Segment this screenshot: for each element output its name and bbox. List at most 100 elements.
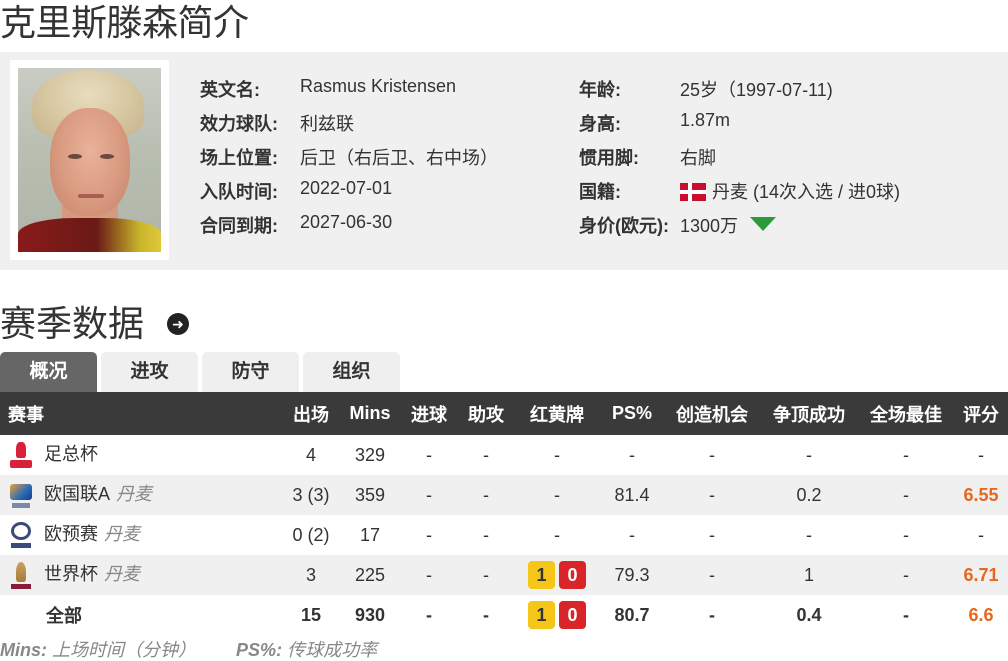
goals: -: [426, 604, 432, 625]
motm: -: [903, 484, 909, 505]
motm: -: [903, 604, 909, 625]
rating: 6.6: [968, 604, 994, 625]
arrow-down-icon: [750, 217, 777, 231]
tab-attack[interactable]: 进攻: [101, 352, 198, 392]
col-competition: 赛事: [8, 404, 44, 425]
contract-expiry-value: 2027-06-30: [300, 212, 393, 232]
assists: -: [483, 604, 489, 625]
tab-defense[interactable]: 防守: [202, 352, 299, 392]
mins: 225: [354, 564, 386, 585]
position-value: 后卫（右后卫、右中场）: [300, 148, 498, 168]
player-photo-image: [18, 68, 161, 252]
cards: -: [554, 484, 560, 505]
col-goals: 进球: [411, 404, 447, 425]
legend-mins-desc: 上场时间（分钟）: [52, 640, 197, 660]
red-card-count: 0: [559, 601, 586, 629]
aerials: 0.4: [796, 604, 822, 625]
rating: 6.55: [963, 484, 999, 505]
market-value-text: 1300万: [680, 216, 739, 236]
table-row: 足总杯 4 329 - - - - - - - -: [0, 435, 1008, 475]
team-name: 丹麦: [104, 564, 140, 585]
join-date-label: 入队时间:: [200, 182, 278, 202]
chances: -: [709, 484, 715, 505]
motm: -: [903, 524, 909, 545]
aerials: -: [806, 524, 812, 545]
goals: -: [426, 524, 432, 545]
world-cup-icon: [8, 561, 34, 590]
chances: -: [709, 444, 715, 465]
pass-pct: 79.3: [614, 564, 650, 585]
english-name-value: Rasmus Kristensen: [300, 76, 457, 96]
team-name: 丹麦: [104, 524, 140, 545]
pass-pct: -: [629, 444, 635, 465]
club-label: 效力球队:: [200, 114, 278, 134]
chances: -: [709, 564, 715, 585]
motm: -: [903, 444, 909, 465]
position-label: 场上位置:: [200, 148, 278, 168]
tab-overview[interactable]: 概况: [0, 352, 97, 392]
legend-ps-key: PS%:: [236, 640, 283, 660]
table-row: 世界杯 丹麦 3 225 - - 10 79.3 - 1 - 6.71: [0, 555, 1008, 595]
col-mins: Mins: [349, 403, 391, 423]
apps: 3 (3): [292, 484, 330, 505]
assists: -: [483, 524, 489, 545]
red-card-count: 0: [559, 561, 586, 589]
season-stats-table: 赛事 出场 Mins 进球 助攻 红黄牌 PS% 创造机会 争顶成功 全场最佳 …: [0, 392, 1008, 635]
table-legend: Mins: 上场时间（分钟） PS%: 传球成功率: [0, 639, 377, 661]
aerials: 1: [803, 564, 814, 585]
cards: -: [554, 524, 560, 545]
mins: 359: [354, 484, 386, 505]
join-date-value: 2022-07-01: [300, 178, 393, 198]
goals: -: [426, 484, 432, 505]
competition-name[interactable]: 欧国联A: [44, 484, 110, 504]
club-value[interactable]: 利兹联: [300, 110, 354, 136]
competition-name[interactable]: 欧预赛: [44, 524, 98, 544]
preferred-foot-label: 惯用脚:: [579, 148, 639, 168]
legend-ps-desc: 传球成功率: [287, 640, 378, 660]
col-motm: 全场最佳: [870, 404, 942, 425]
rating: -: [978, 524, 984, 545]
yellow-card-count: 1: [528, 601, 555, 629]
competition-name[interactable]: 足总杯: [44, 444, 98, 464]
mins: 930: [354, 604, 386, 625]
col-assists: 助攻: [468, 404, 504, 425]
yellow-card-count: 1: [528, 561, 555, 589]
apps: 3: [305, 564, 316, 585]
goals: -: [426, 444, 432, 465]
fa-cup-icon: [8, 441, 34, 470]
english-name-label: 英文名:: [200, 80, 260, 100]
cards: -: [554, 444, 560, 465]
cards: 10: [514, 555, 600, 595]
tab-organize[interactable]: 组织: [303, 352, 400, 392]
assists: -: [483, 444, 489, 465]
circle-arrow-right-icon[interactable]: ➜: [167, 313, 189, 335]
assists: -: [483, 484, 489, 505]
col-rating: 评分: [963, 404, 999, 425]
table-row: 欧预赛 丹麦 0 (2) 17 - - - - - - - -: [0, 515, 1008, 555]
rating: 6.71: [963, 564, 999, 585]
player-photo: [10, 60, 169, 260]
page-title: 克里斯滕森简介: [0, 2, 249, 43]
rating: -: [978, 444, 984, 465]
competition-name[interactable]: 世界杯: [44, 564, 98, 584]
goals: -: [426, 564, 432, 585]
aerials: 0.2: [796, 484, 822, 505]
contract-expiry-label: 合同到期:: [200, 216, 278, 236]
col-pass-pct: PS%: [611, 403, 653, 423]
denmark-flag-icon: [680, 183, 706, 201]
nations-league-icon: [8, 482, 34, 510]
player-profile-panel: 英文名: Rasmus Kristensen 年龄: 25岁（1997-07-1…: [0, 52, 1008, 270]
table-header: 赛事 出场 Mins 进球 助攻 红黄牌 PS% 创造机会 争顶成功 全场最佳 …: [0, 392, 1008, 435]
assists: -: [483, 564, 489, 585]
col-aerials: 争顶成功: [773, 404, 845, 425]
aerials: -: [806, 444, 812, 465]
pass-pct: 80.7: [614, 604, 650, 625]
cards: 10: [514, 595, 600, 635]
table-total-row: 全部 15 930 - - 10 80.7 - 0.4 - 6.6: [0, 595, 1008, 635]
market-value: 1300万: [680, 212, 777, 238]
mins: 329: [354, 444, 386, 465]
motm: -: [903, 564, 909, 585]
season-stats-title: 赛季数据: [0, 303, 145, 344]
team-name: 丹麦: [116, 484, 153, 505]
age-label: 年龄:: [579, 80, 621, 100]
